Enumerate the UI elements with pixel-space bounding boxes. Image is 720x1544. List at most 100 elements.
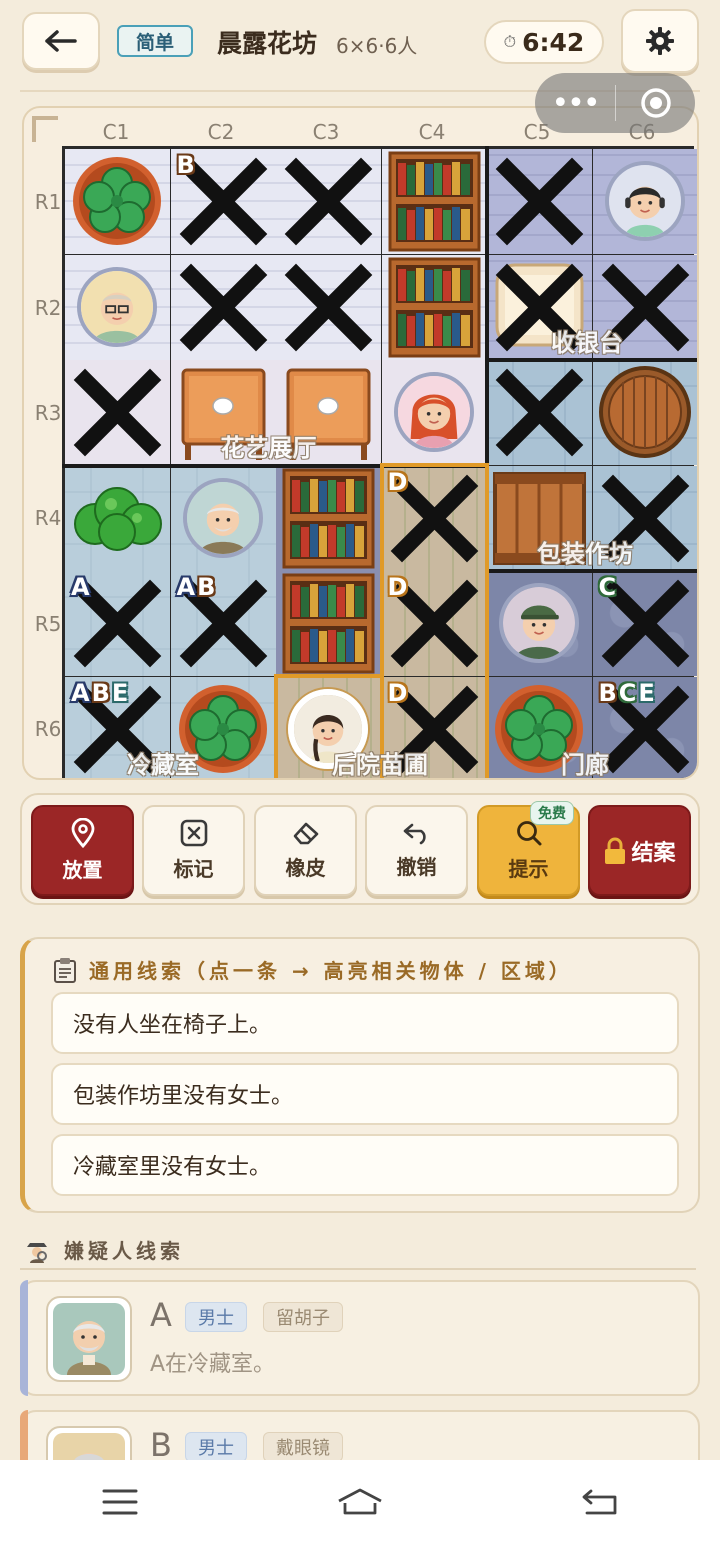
candidate-letters: D [388, 573, 410, 601]
close-miniprogram-button[interactable] [616, 86, 695, 120]
board-cell[interactable] [381, 360, 487, 465]
x-mark-icon [276, 255, 381, 360]
board-cell[interactable] [170, 254, 276, 360]
puzzle-size: 6×6·6人 [336, 34, 418, 58]
board-cell[interactable] [65, 465, 170, 571]
bookshelf-icon [276, 466, 381, 571]
mark-label: 标记 [173, 857, 214, 881]
suspect-clue: A在冷藏室。 [150, 1352, 276, 1377]
location-pin-icon [71, 818, 94, 848]
lock-icon [605, 837, 626, 864]
board-cell[interactable] [276, 571, 381, 676]
gender-tag: 男士 [185, 1302, 247, 1332]
board-cell[interactable] [381, 254, 487, 360]
board-cell[interactable] [487, 360, 592, 465]
puzzle-title: 晨露花坊 [217, 29, 318, 58]
board-corner-decoration [32, 116, 58, 142]
avatar-man-cap-icon [499, 583, 579, 663]
avatar-man-glasses-icon [77, 266, 157, 347]
board-cell[interactable] [276, 254, 381, 360]
candidate-letter: D [387, 467, 410, 496]
candidate-letter: A [71, 573, 92, 601]
undo-button[interactable]: 撤销 [365, 805, 468, 896]
more-menu-button[interactable]: ••• [535, 86, 615, 121]
candidate-letters: ABE [71, 679, 130, 707]
board-cell[interactable]: A [65, 571, 170, 676]
suspect-name: A [150, 1296, 172, 1334]
mark-button[interactable]: 标记 [142, 805, 245, 896]
board-cell[interactable] [276, 465, 381, 571]
x-box-icon [180, 819, 207, 847]
board-cell[interactable]: D [381, 465, 487, 571]
board-cell[interactable] [487, 571, 592, 676]
room-label: 后院苗圃 [332, 750, 428, 779]
back-arrow-icon [45, 30, 77, 52]
board-cell[interactable] [276, 149, 381, 254]
gender-tag: 男士 [185, 1432, 247, 1462]
avatar-woman-headphones-icon [604, 161, 685, 241]
col-label: C4 [418, 120, 446, 144]
candidate-letters: A [71, 573, 92, 601]
undo-icon [403, 823, 426, 845]
board-grid: B D A AB D C ABE D BCE 收银台 花艺展厅 包装作坊 冷藏室 后院苗圃 门廊 [62, 146, 697, 779]
bush-icon [65, 466, 170, 571]
difficulty-badge: 简单 [117, 25, 193, 57]
suspect-card[interactable]: A 男士 留胡子 A在冷藏室。 [20, 1280, 700, 1396]
candidate-letter: A [176, 573, 198, 601]
home-nav-button[interactable] [315, 1472, 405, 1532]
close-case-button[interactable]: 结案 [588, 805, 691, 896]
col-label: C3 [312, 120, 340, 144]
place-button[interactable]: 放置 [31, 805, 134, 896]
board-cell[interactable]: C [592, 571, 697, 676]
return-icon [582, 1489, 617, 1515]
board-cell[interactable] [65, 149, 170, 254]
col-label: C1 [102, 120, 130, 144]
clue-item[interactable]: 冷藏室里没有女士。 [51, 1134, 679, 1196]
room-label: 收银台 [551, 328, 623, 357]
candidate-letter: D [387, 573, 410, 601]
gear-icon [646, 27, 674, 55]
board-cell[interactable] [592, 360, 698, 465]
target-icon [640, 88, 671, 118]
eraser-icon [293, 822, 318, 845]
board-cell[interactable]: B [170, 149, 276, 254]
room-label: 包装作坊 [537, 539, 633, 568]
general-clues-title: 通用线索（点一条 → 高亮相关物体 / 区域） [89, 959, 573, 983]
barrel-icon [593, 360, 698, 465]
candidate-letters: D [388, 679, 410, 707]
candidate-letter: C [618, 678, 639, 707]
candidate-letters: C [599, 573, 619, 601]
board-cell[interactable] [170, 465, 276, 571]
x-mark-icon [487, 360, 592, 465]
board-cell[interactable] [487, 149, 592, 254]
back-button[interactable] [22, 12, 100, 70]
hint-label: 提示 [508, 857, 549, 881]
candidate-letters: B [177, 151, 197, 179]
menu-nav-button[interactable] [75, 1472, 165, 1532]
clue-item[interactable]: 没有人坐在椅子上。 [51, 992, 679, 1054]
bookshelf-icon [382, 255, 487, 360]
suspect-divider [20, 1268, 696, 1270]
candidate-letters: AB [177, 573, 218, 601]
avatar-woman-redhair-icon [393, 372, 474, 452]
board-cell[interactable] [381, 149, 487, 254]
eraser-button[interactable]: 橡皮 [254, 805, 357, 896]
board-cell[interactable] [65, 254, 170, 360]
miniprogram-capsule: ••• [535, 73, 695, 133]
room-label: 冷藏室 [127, 750, 199, 779]
clue-item[interactable]: 包装作坊里没有女士。 [51, 1063, 679, 1125]
board-cell[interactable]: AB [170, 571, 276, 676]
candidate-letter: B [176, 151, 197, 179]
x-mark-icon [276, 149, 381, 254]
board-cell[interactable] [65, 360, 170, 465]
candidate-letter: C [598, 573, 619, 601]
settings-button[interactable] [621, 9, 699, 73]
suspect-portrait [46, 1296, 132, 1382]
candidate-letter: A [71, 678, 92, 707]
board-cell[interactable]: D [381, 571, 487, 676]
back-nav-button[interactable] [555, 1472, 645, 1532]
planter-icon [65, 149, 170, 254]
hint-button[interactable]: 免费 提示 [477, 801, 580, 896]
suspect-clues-title: 嫌疑人线索 [64, 1239, 184, 1263]
board-cell[interactable] [592, 149, 697, 254]
